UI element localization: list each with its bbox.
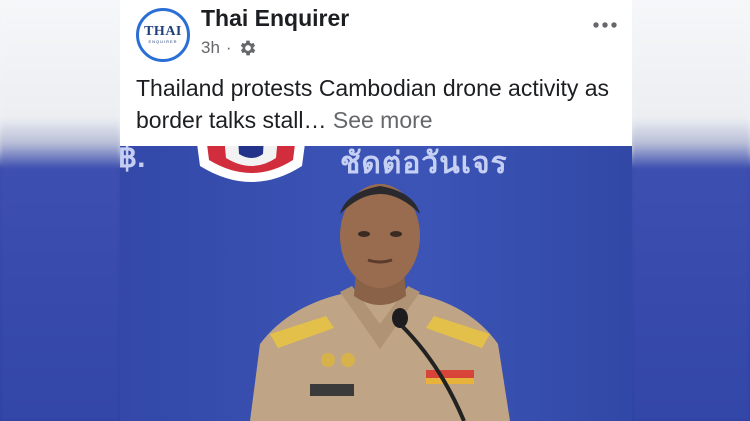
more-options-icon[interactable] bbox=[592, 10, 618, 36]
gear-icon[interactable] bbox=[238, 38, 258, 58]
avatar-logo-text: THAI bbox=[144, 24, 182, 39]
page-name-link[interactable]: Thai Enquirer bbox=[201, 5, 349, 32]
banner-left-text: ฿. bbox=[120, 146, 146, 174]
post-header: THAI ENQUIRER Thai Enquirer 3h · bbox=[120, 0, 632, 70]
post-timestamp[interactable]: 3h bbox=[201, 38, 220, 58]
page-avatar[interactable]: THAI ENQUIRER bbox=[136, 8, 190, 62]
ellipsis-icon bbox=[593, 22, 617, 28]
post-meta: 3h · bbox=[201, 37, 258, 59]
avatar-logo-subtext: ENQUIRER bbox=[148, 39, 178, 44]
see-more-link[interactable]: See more bbox=[333, 107, 433, 133]
post-text: Thailand protests Cambodian drone activi… bbox=[136, 72, 624, 136]
background-right-blur bbox=[632, 0, 750, 421]
background-left-blur bbox=[0, 0, 120, 421]
post-card: THAI ENQUIRER Thai Enquirer 3h · Thailan… bbox=[120, 0, 632, 421]
meta-separator: · bbox=[225, 38, 232, 57]
post-photo[interactable]: ฿. ชัดต่อวันเจร bbox=[120, 146, 632, 421]
microphone-icon bbox=[392, 308, 466, 421]
